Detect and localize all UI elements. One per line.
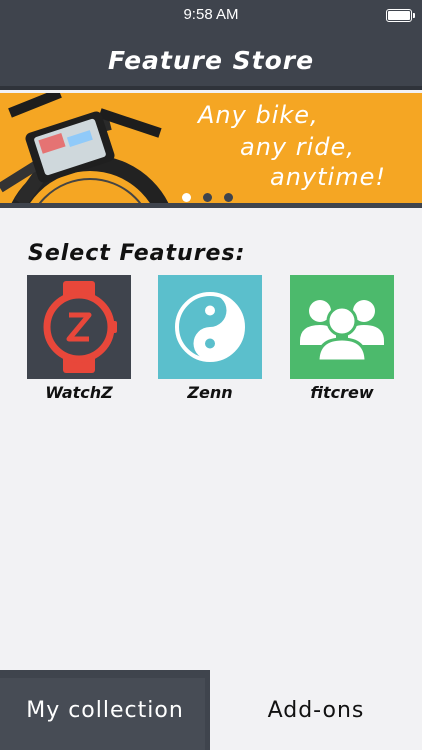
feature-tile-zenn[interactable] — [158, 275, 262, 379]
status-bar: 9:58 AM — [0, 0, 422, 30]
tab-add-ons[interactable]: Add-ons — [210, 670, 422, 750]
tab-my-collection-label: My collection — [26, 698, 184, 723]
feature-tile-fitcrew[interactable] — [290, 275, 394, 379]
nav-bar: Feature Store — [0, 30, 422, 86]
feature-label-watchz: WatchZ — [45, 383, 113, 402]
status-time: 9:58 AM — [183, 6, 239, 23]
banner-line-2: any ride, — [240, 133, 355, 161]
battery-icon — [386, 9, 415, 22]
page-dot-2[interactable] — [203, 193, 212, 202]
section-title: Select Features: — [28, 241, 246, 266]
yin-yang-icon — [175, 292, 245, 362]
banner-divider — [0, 203, 422, 208]
banner-line-1: Any bike, — [198, 101, 319, 129]
tab-add-ons-label: Add-ons — [267, 698, 365, 723]
feature-label-zenn: Zenn — [187, 383, 233, 402]
page-title: Feature Store — [107, 46, 315, 75]
watch-z-icon — [43, 281, 117, 373]
feature-tile-watchz[interactable] — [27, 275, 131, 379]
group-icon — [300, 300, 384, 363]
page-dot-1[interactable] — [182, 193, 191, 202]
promo-banner[interactable]: Any bike, any ride, anytime! — [0, 93, 422, 203]
nav-divider — [0, 86, 422, 90]
page-dot-3[interactable] — [224, 193, 233, 202]
feature-label-fitcrew: fitcrew — [310, 383, 374, 402]
tab-my-collection[interactable]: My collection — [0, 670, 210, 750]
tab-bar: My collection Add-ons — [0, 670, 422, 750]
banner-line-3: anytime! — [270, 163, 386, 191]
